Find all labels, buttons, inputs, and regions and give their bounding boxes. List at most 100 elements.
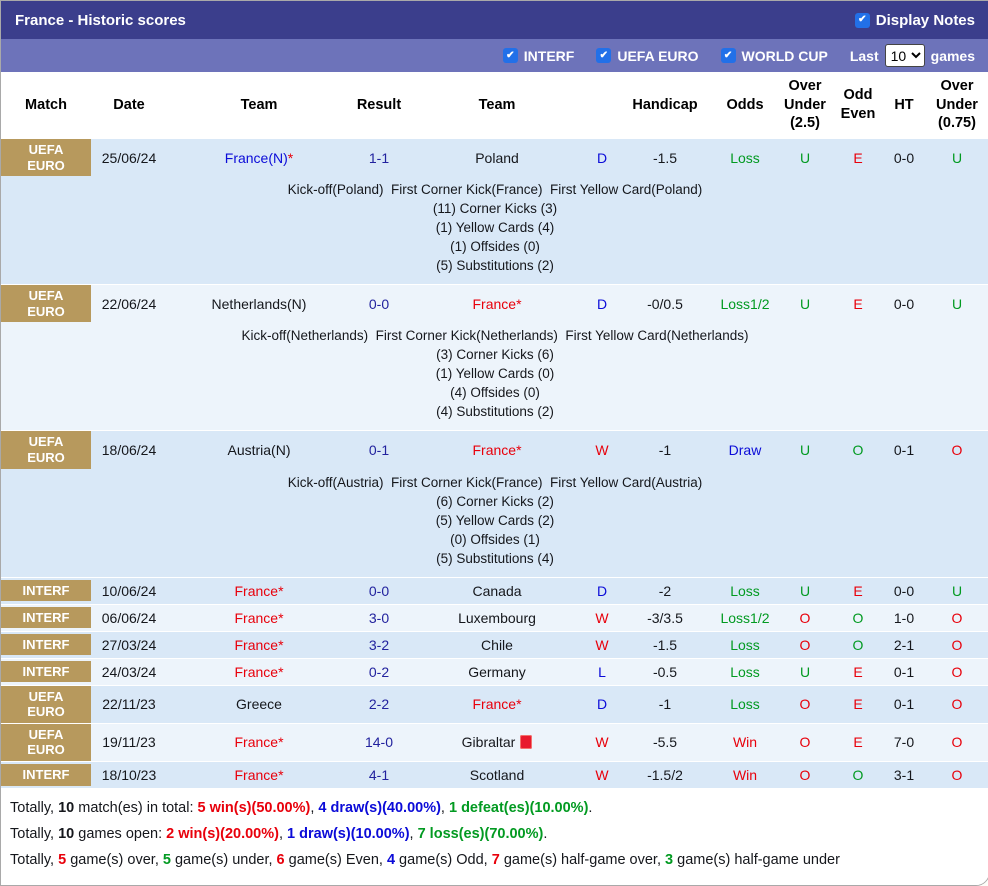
summary-segment: 7 loss(es)(70.00%) [418,826,544,842]
summary-segment: 6 [277,852,285,868]
column-header-over-under-0-75-: OverUnder(0.75) [925,72,988,139]
match-row: INTERF24/03/24France*0-2GermanyL-0.5Loss… [1,658,988,685]
result-cell: 0-0 [351,577,407,604]
date-cell: 18/06/24 [91,431,167,469]
home-team-cell: France* [167,658,351,685]
team-name: Luxembourg [458,610,536,626]
note-stat-line: (5) Yellow Cards (2) [1,511,988,530]
ht-cell: 2-1 [883,631,925,658]
team-name: Gibraltar [462,734,533,750]
note-stat-line: (1) Offsides (0) [1,237,988,256]
checkbox-checked-icon[interactable]: ✔ [721,48,736,63]
history-table: MatchDateTeamResultTeamHandicapOddsOverU… [1,72,988,788]
filter-checkbox-uefa-euro[interactable]: ✔UEFA EURO [596,48,698,64]
note-stat-line: (5) Substitutions (2) [1,256,988,275]
ht-cell: 1-0 [883,604,925,631]
summary-segment: Totally, [10,852,58,868]
column-header-team: Team [407,72,587,139]
away-team-cell: Gibraltar [407,723,587,761]
handicap-cell: -1.5/2 [617,761,713,788]
ht-cell: 7-0 [883,723,925,761]
summary-segment: , [441,800,449,816]
summary-segment: 1 draw(s)(10.00%) [287,826,410,842]
display-notes-toggle[interactable]: ✔ Display Notes [855,12,975,29]
checkbox-checked-icon[interactable]: ✔ [503,48,518,63]
column-header-odd-even: OddEven [833,72,883,139]
team-name: France* [234,637,283,653]
team-name-text: Luxembourg [458,610,536,626]
team-name-text: Netherlands(N) [212,296,307,312]
checkbox-checked-icon[interactable]: ✔ [596,48,611,63]
away-team-cell: Scotland [407,761,587,788]
note-first-events-line: Kick-off(Netherlands) First Corner Kick(… [1,326,988,345]
competition-cell: INTERF [1,761,91,788]
summary-segment: , [410,826,418,842]
team-name-text: France [234,734,278,750]
summary-segment: game(s) half-game over, [500,852,665,868]
summary-segment: 4 draw(s)(40.00%) [318,800,441,816]
handicap-cell: -0.5 [617,658,713,685]
summary-segment: game(s) under, [171,852,277,868]
competition-cell: UEFA EURO [1,723,91,761]
competition-cell: UEFA EURO [1,685,91,723]
competition-cell: INTERF [1,631,91,658]
away-team-cell: Poland [407,139,587,177]
home-team-cell: France* [167,723,351,761]
team-name-text: Poland [475,150,519,166]
focus-team-star: * [278,610,283,626]
outcome-cell: D [587,139,617,177]
outcome-cell: D [587,685,617,723]
date-cell: 10/06/24 [91,577,167,604]
ht-cell: 0-0 [883,577,925,604]
filter-checkbox-interf[interactable]: ✔INTERF [503,48,575,64]
column-header-ht: HT [883,72,925,139]
team-name: France* [234,767,283,783]
odd-even-cell: E [833,723,883,761]
column-header-team: Team [167,72,351,139]
team-name: Scotland [470,767,524,783]
summary-segment: Totally, [10,800,58,816]
note-stat-line: (1) Yellow Cards (0) [1,364,988,383]
display-notes-checkbox[interactable]: ✔ [855,13,870,28]
match-row: INTERF18/10/23France*4-1ScotlandW-1.5/2W… [1,761,988,788]
team-name: France* [472,296,521,312]
over-under-25-cell: O [777,761,833,788]
note-stat-line: (3) Corner Kicks (6) [1,345,988,364]
display-notes-label: Display Notes [876,12,975,29]
outcome-cell: W [587,604,617,631]
odd-even-cell: E [833,685,883,723]
competition-badge: INTERF [1,607,91,629]
home-team-cell: France(N)* [167,139,351,177]
odds-cell: Loss [713,139,777,177]
summary-segment: game(s) Odd, [395,852,492,868]
note-stat-line: (4) Offsides (0) [1,383,988,402]
filter-checkbox-world-cup[interactable]: ✔WORLD CUP [721,48,828,64]
odd-even-cell: O [833,604,883,631]
team-name-text: France [472,442,516,458]
home-team-cell: Netherlands(N) [167,285,351,323]
competition-badge: UEFA EURO [1,431,91,468]
home-team-cell: France* [167,577,351,604]
focus-team-star: * [278,583,283,599]
over-under-075-cell: O [925,631,988,658]
odds-cell: Loss [713,577,777,604]
away-team-cell: France* [407,285,587,323]
games-count-select[interactable]: 10 [885,44,925,67]
home-team-cell: Austria(N) [167,431,351,469]
outcome-cell: W [587,631,617,658]
team-name: France* [234,664,283,680]
result-cell: 3-2 [351,631,407,658]
note-stat-line: (6) Corner Kicks (2) [1,492,988,511]
note-stat-line: (5) Substitutions (4) [1,549,988,568]
date-cell: 27/03/24 [91,631,167,658]
last-games-control: Last 10 games [850,44,975,67]
competition-filters: ✔INTERF ✔UEFA EURO ✔WORLD CUP [503,48,828,64]
focus-team-star: * [516,442,521,458]
date-cell: 25/06/24 [91,139,167,177]
date-cell: 22/06/24 [91,285,167,323]
ht-cell: 0-1 [883,431,925,469]
summary-segment: 4 [387,852,395,868]
team-name: Poland [475,150,519,166]
summary-segment: 3 [665,852,673,868]
column-header-date: Date [91,72,167,139]
